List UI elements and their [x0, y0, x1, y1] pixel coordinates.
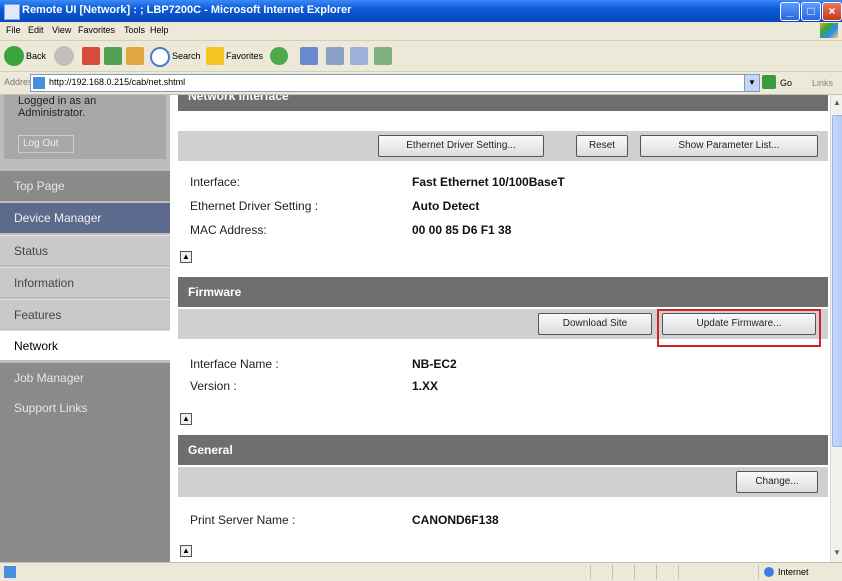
- nav-device-manager[interactable]: Device Manager: [0, 203, 170, 233]
- status-divider: [612, 565, 613, 579]
- links-button[interactable]: Links: [812, 78, 833, 88]
- print-server-name-value: CANOND6F138: [412, 513, 499, 527]
- search-icon[interactable]: [150, 47, 170, 67]
- ethernet-driver-label: Ethernet Driver Setting :: [190, 199, 319, 213]
- reset-button[interactable]: Reset: [576, 135, 628, 157]
- status-divider: [590, 565, 591, 579]
- window-title: Remote UI [Network] : ; LBP7200C - Micro…: [22, 4, 352, 16]
- page-status-icon: [4, 566, 16, 578]
- general-button-bar: Change...: [178, 467, 828, 497]
- status-divider: [656, 565, 657, 579]
- refresh-icon[interactable]: [104, 47, 122, 65]
- download-site-button[interactable]: Download Site: [538, 313, 652, 335]
- page-content: Logged in as an Administrator. Log Out T…: [0, 95, 830, 562]
- section-general-header: General: [178, 435, 828, 465]
- menu-favorites[interactable]: Favorites: [78, 25, 115, 35]
- internet-zone-icon: [764, 567, 774, 577]
- change-button[interactable]: Change...: [736, 471, 818, 493]
- menu-file[interactable]: File: [6, 25, 21, 35]
- menu-tools[interactable]: Tools: [124, 25, 145, 35]
- interface-name-label: Interface Name :: [190, 357, 279, 371]
- update-firmware-highlight: [657, 309, 821, 347]
- forward-arrow-icon[interactable]: [54, 46, 74, 66]
- network-button-bar: Ethernet Driver Setting... Reset Show Pa…: [178, 131, 828, 161]
- mac-address-label: MAC Address:: [190, 223, 267, 237]
- back-arrow-icon[interactable]: [4, 46, 24, 66]
- address-dropdown[interactable]: ▼: [744, 74, 760, 92]
- logout-button[interactable]: Log Out: [18, 135, 74, 153]
- security-zone-label: Internet: [778, 567, 809, 577]
- menu-view[interactable]: View: [52, 25, 71, 35]
- favorites-star-icon[interactable]: [206, 47, 224, 65]
- maximize-button[interactable]: □: [801, 2, 821, 21]
- address-url[interactable]: http://192.168.0.215/cab/net.shtml: [49, 77, 185, 87]
- status-divider: [634, 565, 635, 579]
- close-button[interactable]: ×: [822, 2, 842, 21]
- mail-icon[interactable]: [300, 47, 318, 65]
- back-label[interactable]: Back: [26, 51, 46, 61]
- home-icon[interactable]: [126, 47, 144, 65]
- interface-name-value: NB-EC2: [412, 357, 457, 371]
- edit-icon[interactable]: [350, 47, 368, 65]
- interface-value: Fast Ethernet 10/100BaseT: [412, 175, 565, 189]
- login-box: Logged in as an Administrator. Log Out: [4, 95, 166, 159]
- search-label[interactable]: Search: [172, 51, 201, 61]
- nav-features[interactable]: Features: [0, 299, 170, 329]
- print-icon[interactable]: [326, 47, 344, 65]
- section-firmware-header: Firmware: [178, 277, 828, 307]
- nav-network[interactable]: Network: [0, 330, 170, 360]
- ethernet-driver-value: Auto Detect: [412, 199, 480, 213]
- nav-top-page[interactable]: Top Page: [0, 171, 170, 201]
- status-divider: [758, 565, 759, 579]
- messenger-icon[interactable]: [374, 47, 392, 65]
- interface-label: Interface:: [190, 175, 241, 189]
- main-panel: Network Interface Ethernet Driver Settin…: [178, 95, 828, 562]
- menu-help[interactable]: Help: [150, 25, 169, 35]
- nav-job-manager[interactable]: Job Manager: [0, 363, 170, 393]
- scroll-thumb[interactable]: [832, 115, 842, 447]
- nav-information[interactable]: Information: [0, 267, 170, 297]
- menu-edit[interactable]: Edit: [28, 25, 44, 35]
- go-arrow-icon[interactable]: [762, 75, 776, 89]
- scroll-up-icon[interactable]: ▲: [831, 97, 842, 109]
- nav-status[interactable]: Status: [0, 235, 170, 265]
- page-icon: [33, 77, 45, 89]
- favorites-label[interactable]: Favorites: [226, 51, 263, 61]
- status-divider: [678, 565, 679, 579]
- windows-logo-icon: [820, 23, 838, 38]
- back-to-top-icon[interactable]: ▲: [180, 545, 192, 557]
- logged-in-text: Logged in as an Administrator.: [18, 95, 97, 119]
- sidebar-filler: [0, 423, 170, 562]
- minimize-button[interactable]: _: [780, 2, 800, 21]
- print-server-name-label: Print Server Name :: [190, 513, 296, 527]
- section-network-interface-header: Network Interface: [178, 95, 828, 111]
- ie-app-icon: [4, 4, 20, 20]
- address-bar: Address http://192.168.0.215/cab/net.sht…: [0, 72, 842, 95]
- stop-icon[interactable]: [82, 47, 100, 65]
- mac-address-value: 00 00 85 D6 F1 38: [412, 223, 512, 237]
- back-to-top-icon[interactable]: ▲: [180, 251, 192, 263]
- nav-support-links[interactable]: Support Links: [0, 393, 170, 423]
- menu-bar: File Edit View Favorites Tools Help: [0, 22, 842, 41]
- address-input[interactable]: http://192.168.0.215/cab/net.shtml: [30, 74, 746, 92]
- show-parameter-list-button[interactable]: Show Parameter List...: [640, 135, 818, 157]
- scroll-down-icon[interactable]: ▼: [831, 547, 842, 559]
- ethernet-driver-setting-button[interactable]: Ethernet Driver Setting...: [378, 135, 544, 157]
- go-button[interactable]: Go: [780, 78, 792, 88]
- version-value: 1.XX: [412, 379, 439, 393]
- status-bar: Internet: [0, 562, 842, 581]
- vertical-scrollbar[interactable]: ▲ ▼: [830, 95, 842, 562]
- sidebar: Logged in as an Administrator. Log Out T…: [0, 95, 170, 562]
- version-label: Version :: [190, 379, 237, 393]
- window-title-bar: Remote UI [Network] : ; LBP7200C - Micro…: [0, 0, 842, 22]
- back-to-top-icon[interactable]: ▲: [180, 413, 192, 425]
- history-icon[interactable]: [270, 47, 288, 65]
- browser-toolbar: Back Search Favorites: [0, 41, 842, 72]
